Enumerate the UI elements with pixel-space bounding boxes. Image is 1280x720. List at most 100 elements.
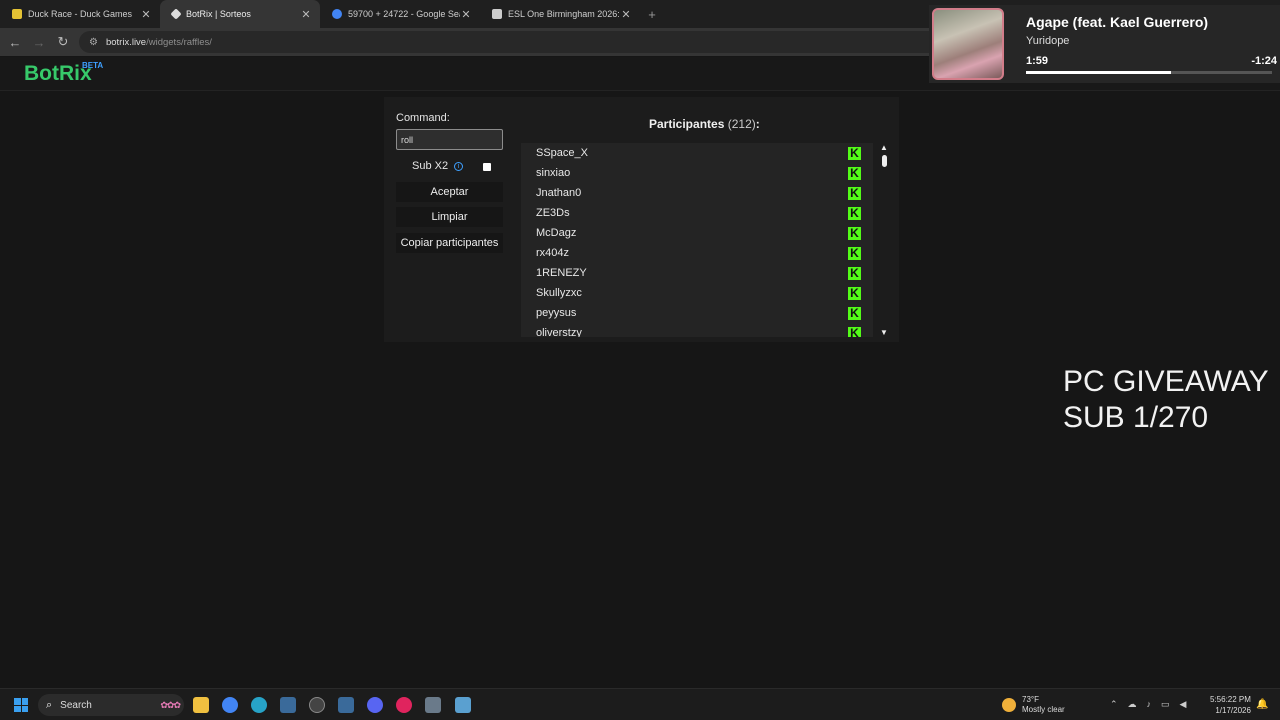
list-item: Jnathan0 K [521,183,873,203]
kick-icon: K [848,186,861,200]
song-progress-bar [1026,71,1272,74]
sub-x2-checkbox[interactable] [483,163,491,171]
scroll-down-arrow-icon[interactable]: ▼ [880,328,888,337]
kick-icon: K [848,286,861,300]
site-settings-icon[interactable]: ⚙ [89,37,98,48]
file-explorer-icon[interactable] [193,697,209,713]
participant-name: oliverstzy [536,327,582,337]
list-item: 1RENEZY K [521,263,873,283]
taskbar-clock[interactable]: 5:56:22 PM 1/17/2026 [1210,694,1251,716]
scroll-thumb[interactable] [882,155,887,167]
windows-taskbar: ⌕ Search ✿✿✿ 73°F Mostly clear ⌃☁♪▭◀ 5:5… [0,688,1280,720]
edge-icon[interactable] [251,697,267,713]
steam-icon[interactable] [338,697,354,713]
system-tray-icons[interactable]: ⌃☁♪▭◀ [1110,699,1196,710]
scroll-up-arrow-icon[interactable]: ▲ [880,143,888,152]
obs-icon[interactable] [309,697,325,713]
url-path: /widgets/raffles/ [146,36,212,48]
notification-bell-icon[interactable]: 🔔 [1256,699,1268,710]
discord-icon[interactable] [367,697,383,713]
song-artist: Yuridope [1026,35,1070,47]
list-item: Skullyzxc K [521,283,873,303]
close-icon[interactable]: ✕ [460,8,472,21]
url-host: botrix.live [105,36,147,48]
weather-condition: Mostly clear [1022,705,1065,714]
accept-button[interactable]: Aceptar [396,182,503,202]
participants-list[interactable]: SSpace_X K sinxiao K Jnathan0 K ZE3Ds K McDa… [521,143,873,337]
kick-icon: K [848,166,861,180]
weather-moon-icon [1002,698,1016,712]
list-item: SSpace_X K [521,143,873,163]
steam-icon[interactable] [280,697,296,713]
participants-scrollbar[interactable]: ▲ ▼ [879,143,891,337]
copy-participants-button[interactable]: Copiar participantes [396,233,503,253]
kick-icon: K [848,146,861,160]
song-title: Agape (feat. Kael Guerrero) [1026,14,1209,30]
notepad-icon[interactable] [455,697,471,713]
command-input[interactable] [396,129,503,150]
clear-button[interactable]: Limpiar [396,207,503,227]
tab-google-search[interactable]: 59700 + 24722 - Google Search ✕ [320,0,480,28]
back-arrow-icon[interactable]: ← [3,35,27,50]
beta-badge: BETA [82,61,104,70]
tab-duck-race[interactable]: Duck Race - Duck Games ✕ [0,0,160,28]
participant-name: sinxiao [536,167,571,179]
participant-name: Jnathan0 [536,187,582,199]
list-item: sinxiao K [521,163,873,183]
remaining-time: -1:24 [1251,55,1277,67]
command-label: Command: [396,112,450,124]
giveaway-overlay: PC GIVEAWAY SUB 1/270 [1063,364,1269,436]
tab-title: ESL One Birmingham 2026: So... [508,9,620,19]
participants-title: Participantes [649,117,725,131]
elapsed-time: 1:59 [1026,55,1049,67]
new-tab-button[interactable]: + [640,7,664,22]
close-icon[interactable]: ✕ [620,8,632,21]
sub-x2-label: Sub X2 [412,160,449,172]
chrome-icon[interactable] [222,697,238,713]
list-item: ZE3Ds K [521,203,873,223]
giveaway-line-2: SUB 1/270 [1063,401,1209,434]
list-item: McDagz K [521,223,873,243]
participants-count: (212) [727,117,756,131]
botrix-favicon-icon [170,8,182,20]
tab-esl-one[interactable]: ESL One Birmingham 2026: So... ✕ [480,0,640,28]
media-player-widget: Agape (feat. Kael Guerrero) Yuridope 1:5… [929,5,1280,83]
participant-name: peyysus [536,307,577,319]
kick-icon: K [848,246,861,260]
esl-favicon-icon [492,9,502,19]
participant-name: rx404z [536,247,570,259]
taskbar-search[interactable]: ⌕ Search ✿✿✿ [38,694,184,716]
forward-arrow-icon[interactable]: → [27,35,51,50]
windows-start-icon[interactable] [14,698,28,712]
giveaway-line-1: PC GIVEAWAY [1063,365,1269,398]
kick-icon: K [848,306,861,320]
close-icon[interactable]: ✕ [300,8,312,21]
raffle-widget: Command: Sub X2 i Aceptar Limpiar Copiar… [384,97,899,342]
flowers-icon: ✿✿✿ [160,699,181,710]
calculator-icon[interactable] [425,697,441,713]
temperature: 73°F [1022,695,1039,704]
tab-title: Duck Race - Duck Games [28,9,133,19]
song-progress-fill [1026,71,1172,74]
participants-colon: : [755,117,760,131]
search-icon: ⌕ [46,698,53,711]
participant-name: SSpace_X [536,147,588,159]
tab-botrix-sorteos[interactable]: BotRix | Sorteos ✕ [160,0,320,28]
participant-name: 1RENEZY [536,267,587,279]
url-field[interactable]: ⚙ botrix.live/widgets/raffles/ [79,31,959,53]
info-icon[interactable]: i [454,161,464,171]
list-item: oliverstzy K [521,323,873,337]
search-label: Search [60,699,92,711]
weather-widget[interactable]: 73°F Mostly clear [1002,695,1065,715]
tab-title: BotRix | Sorteos [186,9,251,19]
sub-x2-row: Sub X2 i [412,160,464,172]
kick-icon: K [848,266,861,280]
close-icon[interactable]: ✕ [140,8,152,21]
clock-date: 1/17/2026 [1215,706,1251,715]
reload-icon[interactable]: ↻ [51,34,75,50]
album-art [932,8,1004,80]
kick-icon: K [848,226,861,240]
tab-title: 59700 + 24722 - Google Search [348,9,460,19]
google-favicon-icon [332,9,342,19]
media-player-icon[interactable] [396,697,412,713]
